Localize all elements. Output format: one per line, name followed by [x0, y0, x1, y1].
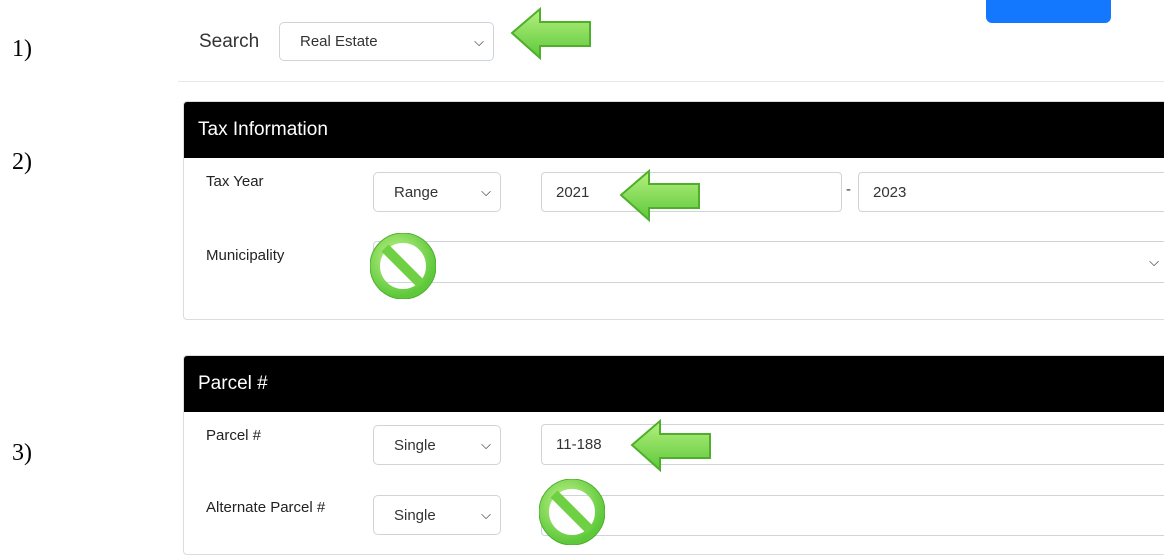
parcel-mode-select[interactable]: Single ⌵ [373, 425, 501, 465]
prohibited-icon [370, 233, 436, 299]
submit-button[interactable] [986, 0, 1111, 23]
tax-information-title: Tax Information [184, 102, 1164, 158]
chevron-down-icon: ⌵ [1149, 254, 1159, 269]
alternate-parcel-label: Alternate Parcel # [206, 499, 326, 516]
green-arrow-icon [510, 6, 591, 61]
section-divider [178, 81, 1164, 82]
range-separator: - [846, 181, 851, 198]
parcel-value: 11-188 [556, 436, 602, 453]
alternate-parcel-mode-select[interactable]: Single ⌵ [373, 495, 501, 535]
search-type-value: Real Estate [300, 33, 378, 50]
step-number-1: 1) [12, 36, 32, 62]
parcel-mode-value: Single [394, 436, 436, 454]
chevron-down-icon: ⌵ [481, 184, 491, 199]
alternate-parcel-input[interactable] [541, 495, 1164, 536]
tax-year-mode-value: Range [394, 183, 439, 201]
municipality-label: Municipality [206, 247, 285, 264]
parcel-label: Parcel # [206, 427, 262, 444]
municipality-select[interactable]: ⌵ [373, 241, 1164, 283]
tax-year-from-value: 2021 [556, 183, 590, 201]
step-number-2: 2) [12, 149, 32, 175]
step-number-3: 3) [12, 440, 32, 466]
tax-year-to-value: 2023 [873, 183, 907, 201]
alternate-parcel-mode-value: Single [394, 506, 436, 524]
green-arrow-icon [619, 168, 700, 223]
chevron-down-icon: ⌵ [474, 33, 484, 49]
chevron-down-icon: ⌵ [481, 437, 491, 452]
search-label: Search [199, 31, 260, 52]
tax-year-mode-select[interactable]: Range ⌵ [373, 172, 501, 212]
parcel-panel-title: Parcel # [184, 356, 1164, 412]
tax-year-to-input[interactable]: 2023 [858, 172, 1164, 212]
prohibited-icon [539, 479, 605, 545]
tax-year-label: Tax Year [206, 173, 264, 190]
green-arrow-icon [630, 418, 711, 473]
search-type-select[interactable]: Real Estate ⌵ [279, 22, 494, 61]
chevron-down-icon: ⌵ [481, 507, 491, 522]
